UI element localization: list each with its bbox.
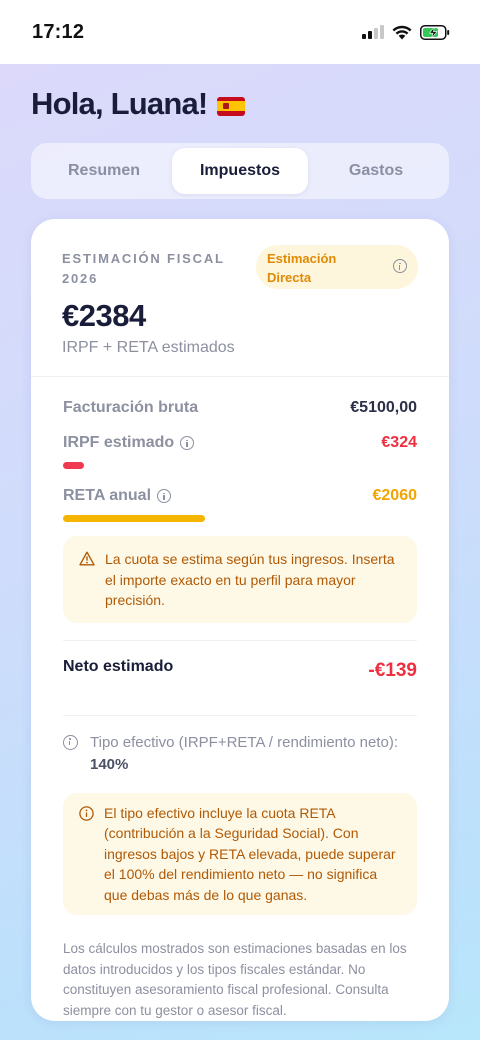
tipo-note: El tipo efectivo incluye la cuota RETA (… — [63, 792, 417, 915]
reta-label-group: RETA anual — [63, 487, 172, 505]
row-irpf: IRPF estimado €324 — [63, 434, 417, 452]
total-subtitle: IRPF + RETA estimados — [62, 339, 235, 356]
info-icon[interactable] — [393, 259, 407, 273]
battery-charging-icon — [420, 24, 450, 40]
tab-resumen[interactable]: Resumen — [36, 148, 172, 194]
row-neto: Neto estimado -€139 — [63, 658, 417, 715]
reta-progress-bar — [63, 515, 205, 522]
reta-value: €2060 — [372, 487, 418, 504]
card-title: ESTIMACIÓN FISCAL 2026 — [62, 251, 225, 286]
warning-icon — [79, 551, 95, 566]
facturacion-value: €5100,00 — [350, 399, 417, 416]
row-reta: RETA anual €2060 — [63, 487, 417, 505]
estimate-warning: La cuota se estima según tus ingresos. I… — [63, 536, 417, 623]
segmented-tabs: Resumen Impuestos Gastos — [31, 143, 449, 199]
status-bar: 17:12 — [0, 0, 480, 64]
breakdown: Facturación bruta €5100,00 IRPF estimado… — [31, 377, 449, 1021]
tab-gastos[interactable]: Gastos — [308, 148, 444, 194]
irpf-label-group: IRPF estimado — [63, 434, 195, 452]
row-facturacion: Facturación bruta €5100,00 — [63, 399, 417, 417]
total-estimate: €2384 — [62, 298, 146, 333]
reta-info-icon[interactable] — [157, 489, 172, 503]
warning-text: La cuota se estima según tus ingresos. I… — [105, 551, 395, 608]
facturacion-label: Facturación bruta — [63, 399, 199, 416]
signal-icon — [362, 25, 384, 39]
irpf-info-icon[interactable] — [180, 436, 195, 450]
regime-badge[interactable]: Estimación Directa — [256, 245, 418, 289]
info-circle-icon — [79, 805, 94, 821]
tipo-efectivo: Tipo efectivo (IRPF+RETA / rendimiento n… — [63, 733, 417, 775]
tipo-info-icon[interactable] — [63, 734, 78, 750]
card-header: ESTIMACIÓN FISCAL 2026 Estimación Direct… — [31, 219, 449, 377]
greeting-text: Hola, Luana! — [31, 86, 208, 121]
status-icons — [362, 24, 450, 40]
tax-estimate-card: ESTIMACIÓN FISCAL 2026 Estimación Direct… — [31, 219, 449, 1021]
tipo-note-text: El tipo efectivo incluye la cuota RETA (… — [104, 804, 396, 903]
neto-label: Neto estimado — [63, 657, 174, 675]
reta-label: RETA anual — [63, 487, 152, 504]
spain-flag-icon — [217, 96, 246, 116]
disclaimer: Los cálculos mostrados son estimaciones … — [63, 941, 407, 1018]
divider — [63, 714, 417, 716]
irpf-value: €324 — [381, 434, 417, 451]
neto-value: -€139 — [368, 659, 417, 681]
irpf-label: IRPF estimado — [63, 434, 175, 451]
tipo-value: 140% — [90, 755, 129, 773]
status-time: 17:12 — [32, 20, 85, 43]
regime-badge-label: Estimación Directa — [267, 251, 337, 285]
greeting: Hola, Luana! — [31, 86, 246, 122]
tipo-label: Tipo efectivo (IRPF+RETA / rendimiento n… — [90, 733, 399, 751]
divider — [63, 639, 417, 641]
wifi-icon — [392, 25, 412, 39]
tab-impuestos[interactable]: Impuestos — [172, 148, 308, 194]
irpf-progress-bar — [63, 462, 84, 469]
